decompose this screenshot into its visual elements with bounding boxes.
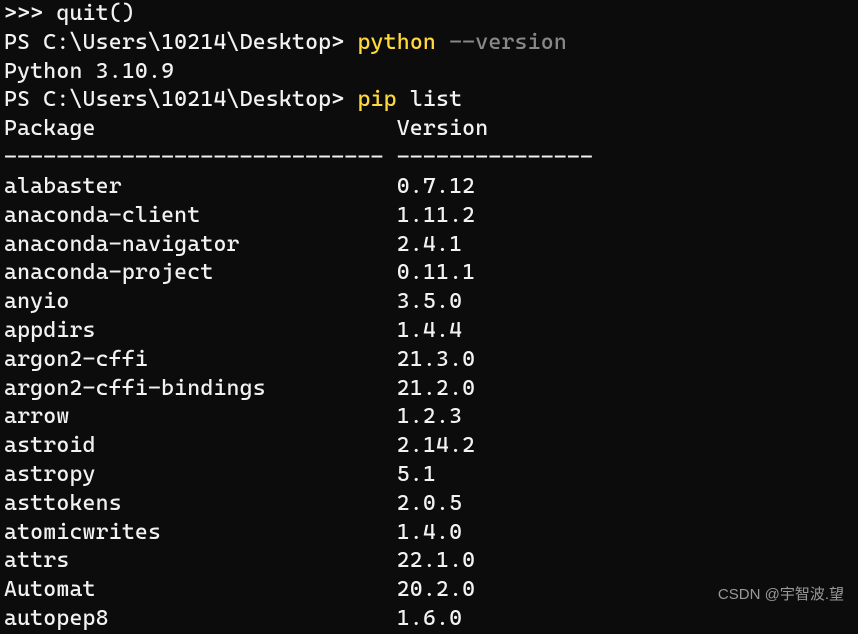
version-flag: --version: [436, 30, 567, 55]
pip-divider-row: ----------------------------- ----------…: [4, 144, 854, 173]
package-list: alabaster 0.7.12anaconda-client 1.11.2an…: [4, 173, 854, 634]
pip-header-row: Package Version: [4, 115, 854, 144]
package-row: atomicwrites 1.4.0: [4, 519, 854, 548]
package-row: anaconda-client 1.11.2: [4, 202, 854, 231]
pip-list-command: PS C:\Users\10214\Desktop> pip list: [4, 86, 854, 115]
package-row: anaconda-project 0.11.1: [4, 259, 854, 288]
prompt-path: PS C:\Users\10214\Desktop>: [4, 87, 357, 112]
package-row: anyio 3.5.0: [4, 288, 854, 317]
package-row: asttokens 2.0.5: [4, 490, 854, 519]
watermark: CSDN @宇智波.望: [718, 585, 844, 605]
package-row: alabaster 0.7.12: [4, 173, 854, 202]
package-row: attrs 22.1.0: [4, 547, 854, 576]
package-row: autopep8 1.6.0: [4, 605, 854, 634]
package-row: arrow 1.2.3: [4, 403, 854, 432]
package-row: astropy 5.1: [4, 461, 854, 490]
package-row: astroid 2.14.2: [4, 432, 854, 461]
package-row: argon2-cffi-bindings 21.2.0: [4, 375, 854, 404]
package-row: appdirs 1.4.4: [4, 317, 854, 346]
prompt-path: PS C:\Users\10214\Desktop>: [4, 30, 357, 55]
package-row: anaconda-navigator 2.4.1: [4, 231, 854, 260]
python-version-output: Python 3.10.9: [4, 58, 854, 87]
list-arg: list: [397, 87, 462, 112]
python-command-text: python: [357, 30, 436, 55]
python-version-command: PS C:\Users\10214\Desktop> python --vers…: [4, 29, 854, 58]
package-row: argon2-cffi 21.3.0: [4, 346, 854, 375]
pip-command-text: pip: [357, 87, 396, 112]
quit-line: >>> quit(): [4, 0, 854, 29]
terminal-output[interactable]: >>> quit() PS C:\Users\10214\Desktop> py…: [4, 0, 854, 634]
